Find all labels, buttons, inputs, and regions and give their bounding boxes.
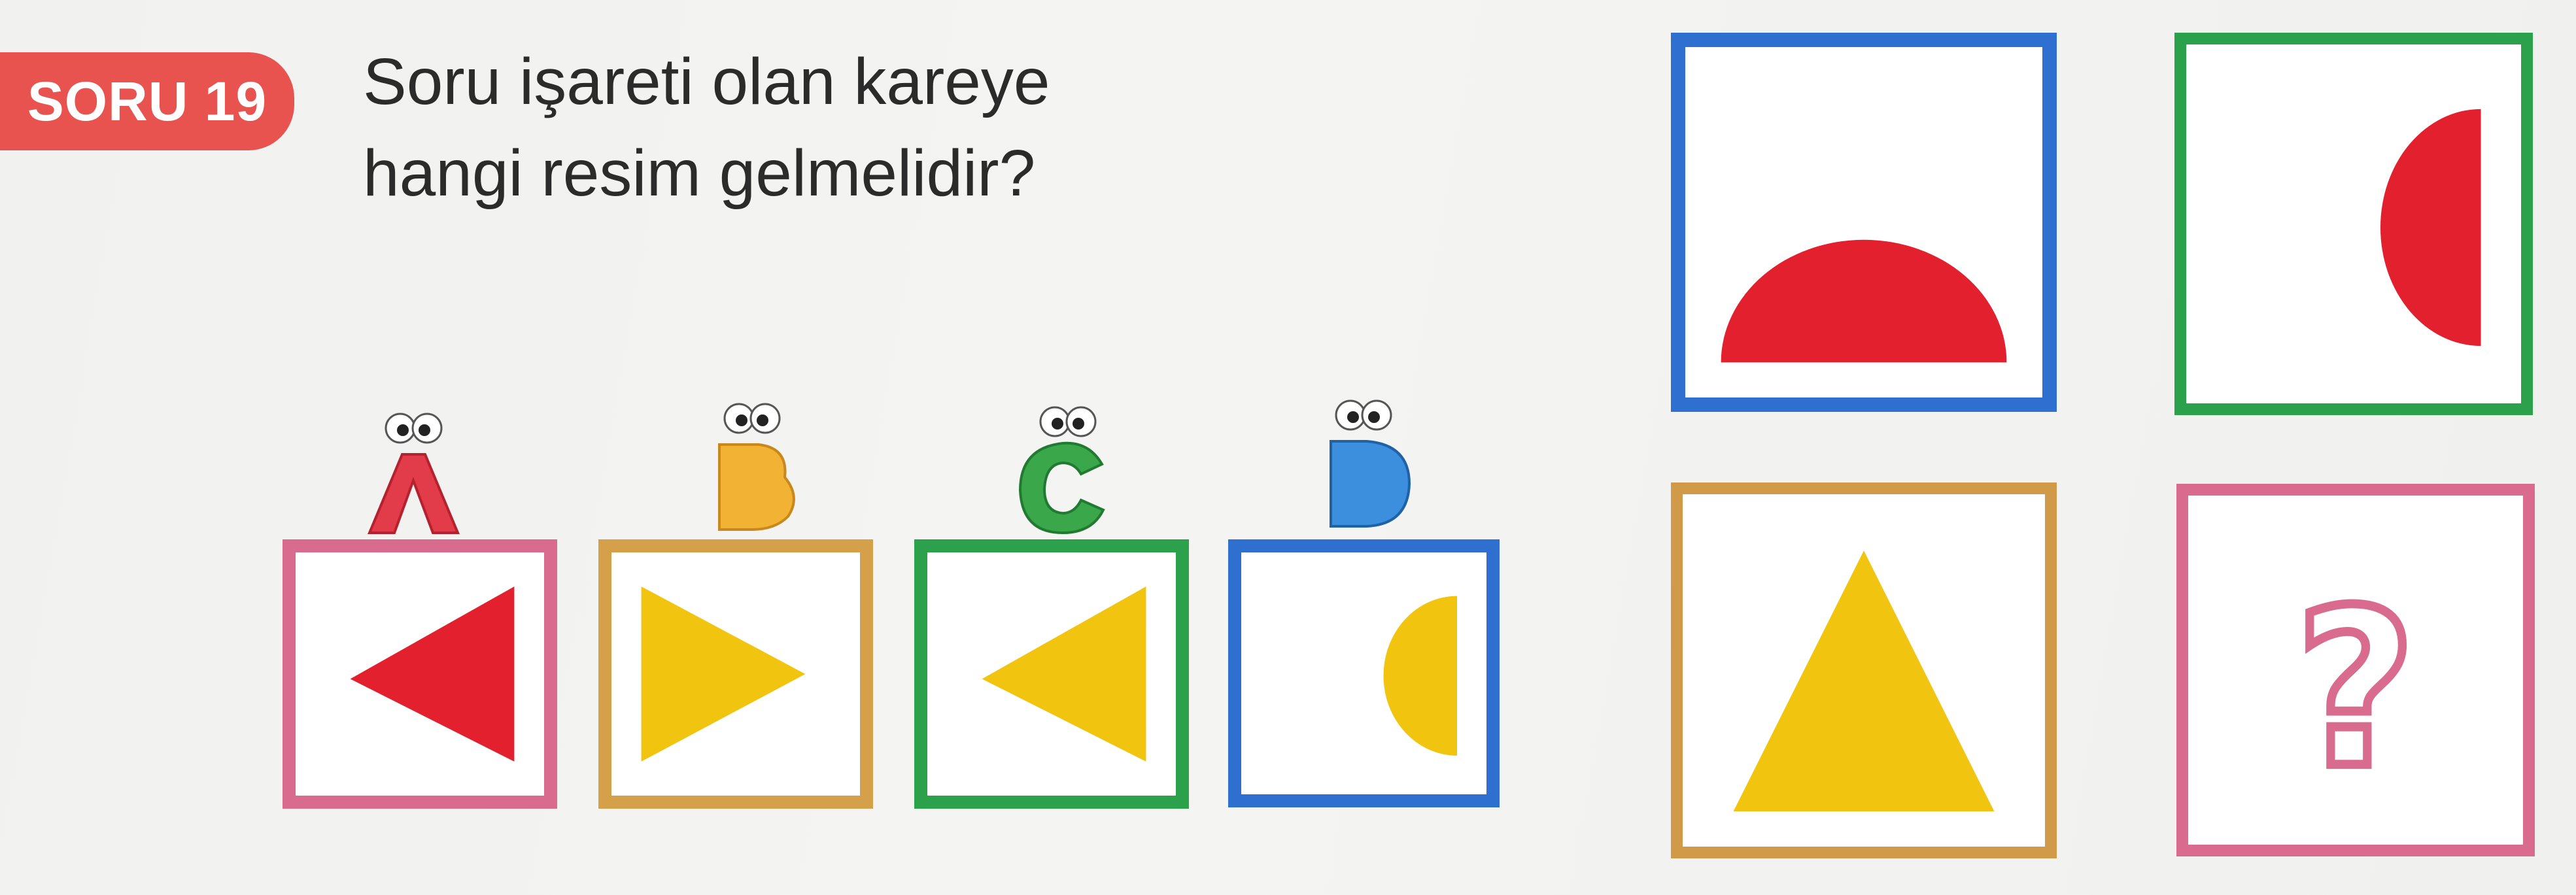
question-text: Soru işareti olan kareye hangi resim gel… [363, 36, 1148, 219]
question-line-1: Soru işareti olan kareye [363, 45, 1050, 118]
question-number-badge: SORU 19 [0, 52, 294, 150]
grid-cell-bottom-right[interactable]: ? [2176, 484, 2535, 856]
grid-cell-bottom-left-graphic [1733, 550, 1995, 812]
option-d-graphic [1383, 596, 1457, 756]
option-d-letter[interactable] [1298, 379, 1429, 536]
option-a-letter[interactable] [347, 392, 477, 549]
grid-cell-top-left-graphic [1721, 239, 2007, 363]
grid-cell-bottom-right-graphic: ? [2291, 560, 2420, 820]
option-b-triangle-right-shape [641, 586, 806, 762]
option-c-graphic [982, 586, 1146, 762]
option-a-triangle-left-shape [350, 586, 515, 762]
option-d-box[interactable] [1228, 539, 1500, 807]
grid-cell-top-left-semicircle-up-shape [1721, 239, 2007, 363]
grid-cell-top-right [2174, 33, 2533, 415]
option-d-semicircle-left-shape [1383, 596, 1457, 756]
question-line-2: hangi resim gelmelidir? [363, 137, 1036, 210]
grid-cell-bottom-right-question-mark: ? [2295, 564, 2416, 816]
grid-cell-top-right-graphic [2380, 109, 2481, 346]
option-a-graphic [350, 586, 515, 762]
option-c-box[interactable] [914, 539, 1189, 809]
option-b-letter[interactable] [680, 382, 811, 539]
grid-cell-top-right-semicircle-left-shape [2380, 109, 2481, 346]
option-c-triangle-left-shape [982, 586, 1146, 762]
option-a-box[interactable] [283, 539, 557, 809]
option-b-box[interactable] [598, 539, 873, 809]
grid-cell-bottom-left-triangle-up-shape [1733, 550, 1995, 812]
grid-cell-top-left [1671, 33, 2057, 412]
option-b-graphic [641, 586, 806, 762]
grid-cell-bottom-left [1671, 482, 2057, 858]
option-c-letter[interactable] [997, 386, 1128, 543]
